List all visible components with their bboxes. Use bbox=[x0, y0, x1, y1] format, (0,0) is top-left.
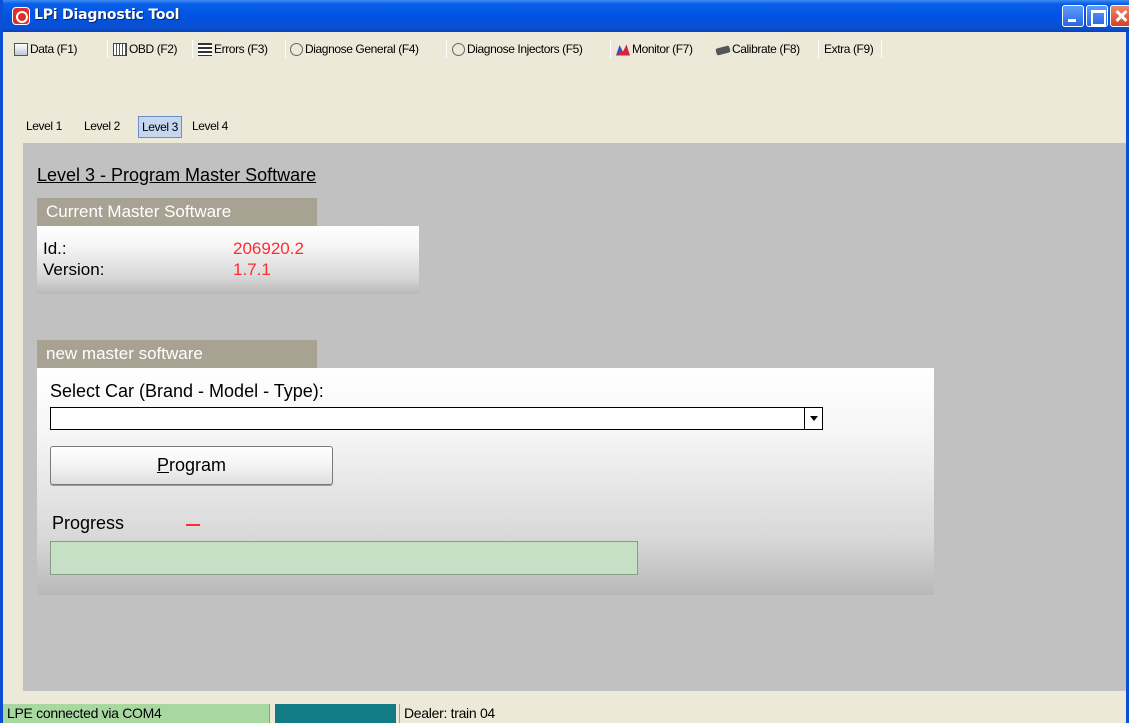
connection-status: LPE connected via COM4 bbox=[3, 704, 270, 723]
tab-level-4[interactable]: Level 4 bbox=[189, 116, 231, 138]
toolbar-separator bbox=[610, 40, 611, 58]
toolbar-separator bbox=[192, 40, 193, 58]
tab-calibrate[interactable]: Calibrate (F8) bbox=[715, 39, 800, 59]
tab-obd-label: OBD (F2) bbox=[129, 42, 178, 56]
progress-bar bbox=[50, 541, 638, 575]
new-software-header: new master software bbox=[37, 340, 317, 368]
maximize-button[interactable] bbox=[1086, 5, 1108, 27]
toolbar-separator bbox=[881, 40, 882, 58]
tab-diagnose-general-label: Diagnose General (F4) bbox=[305, 42, 419, 56]
current-software-header: Current Master Software bbox=[37, 198, 317, 226]
version-label: Version: bbox=[43, 260, 105, 279]
toolbar-separator bbox=[285, 40, 286, 58]
tab-extra-label: Extra (F9) bbox=[824, 42, 874, 56]
monitor-chart-icon bbox=[616, 44, 630, 56]
program-button-mnemonic: P bbox=[156, 455, 169, 475]
id-value: 206920.2 bbox=[233, 239, 304, 258]
progress-label: Progress bbox=[52, 513, 125, 533]
minimize-button[interactable] bbox=[1062, 5, 1084, 27]
status-bar: LPE connected via COM4 Dealer: train 04 bbox=[3, 703, 1126, 723]
progress-status-dash bbox=[186, 524, 200, 526]
toolbar-separator bbox=[818, 40, 819, 58]
tab-calibrate-label: Calibrate (F8) bbox=[732, 42, 800, 56]
chevron-down-icon[interactable] bbox=[804, 408, 822, 429]
tab-monitor[interactable]: Monitor (F7) bbox=[616, 39, 693, 59]
close-button[interactable] bbox=[1110, 5, 1129, 27]
program-button-label: rogram bbox=[169, 455, 227, 475]
errors-icon bbox=[198, 42, 212, 56]
title-bar[interactable]: LPi Diagnostic Tool bbox=[3, 0, 1129, 32]
content-panel: Level 3 - Program Master Software Curren… bbox=[23, 143, 1126, 691]
version-value: 1.7.1 bbox=[233, 260, 271, 279]
app-logo-icon bbox=[12, 7, 30, 25]
stethoscope-icon bbox=[452, 42, 465, 56]
tab-diagnose-injectors-label: Diagnose Injectors (F5) bbox=[467, 42, 583, 56]
tab-level-2[interactable]: Level 2 bbox=[81, 116, 123, 138]
id-label: Id.: bbox=[43, 239, 67, 258]
current-software-panel: Id.: 206920.2 Version: 1.7.1 bbox=[37, 226, 419, 294]
tab-level-1[interactable]: Level 1 bbox=[23, 116, 65, 138]
tab-data[interactable]: Data (F1) bbox=[14, 39, 77, 59]
dealer-status: Dealer: train 04 bbox=[399, 704, 1126, 723]
tab-errors-label: Errors (F3) bbox=[214, 42, 268, 56]
tab-errors[interactable]: Errors (F3) bbox=[198, 39, 268, 59]
tab-diagnose-general[interactable]: Diagnose General (F4) bbox=[290, 39, 419, 59]
tab-obd[interactable]: OBD (F2) bbox=[113, 39, 178, 59]
tab-diagnose-injectors[interactable]: Diagnose Injectors (F5) bbox=[452, 39, 583, 59]
tab-level-3[interactable]: Level 3 bbox=[138, 116, 182, 138]
tab-data-label: Data (F1) bbox=[30, 42, 78, 56]
toolbar-separator bbox=[107, 40, 108, 58]
tab-monitor-label: Monitor (F7) bbox=[632, 42, 693, 56]
select-car-label: Select Car (Brand - Model - Type): bbox=[50, 381, 324, 401]
window-title: LPi Diagnostic Tool bbox=[34, 7, 180, 23]
chip-icon bbox=[715, 45, 731, 56]
obd-icon bbox=[113, 42, 127, 56]
program-button[interactable]: Program bbox=[50, 446, 333, 485]
status-indicator bbox=[275, 704, 396, 723]
data-icon bbox=[14, 42, 28, 56]
main-tab-toolbar: Data (F1) OBD (F2) Errors (F3) Diagnose … bbox=[3, 32, 1126, 64]
app-window: LPi Diagnostic Tool Data (F1) OBD (F2) E… bbox=[0, 0, 1129, 723]
tab-extra[interactable]: Extra (F9) bbox=[824, 39, 874, 59]
stethoscope-icon bbox=[290, 42, 303, 56]
page-title: Level 3 - Program Master Software bbox=[37, 165, 317, 185]
car-select-dropdown[interactable] bbox=[50, 407, 823, 430]
toolbar-separator bbox=[446, 40, 447, 58]
